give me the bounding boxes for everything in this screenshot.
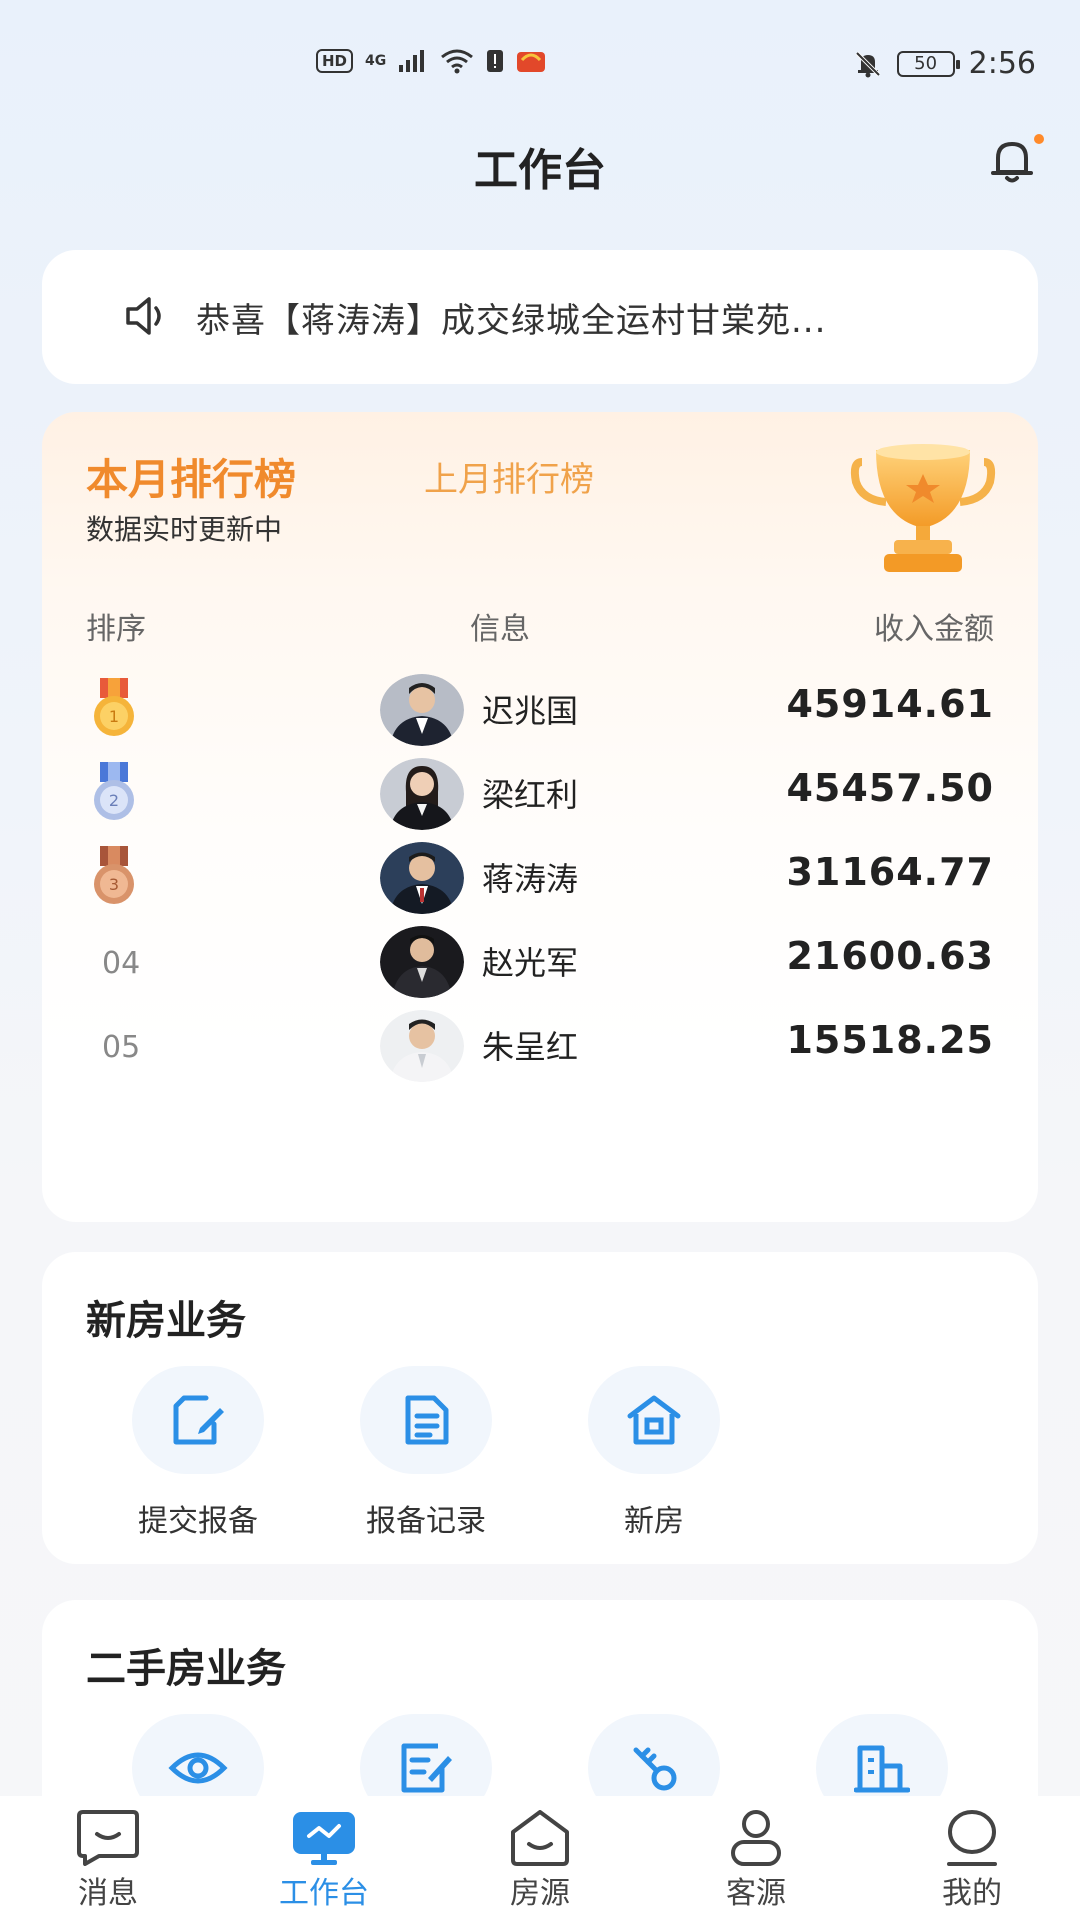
- gold-medal-icon: 1: [94, 678, 134, 736]
- report-records-label: 报备记录: [366, 1504, 486, 1539]
- new-house-business-card: 新房业务 提交报备 报备记录 新房: [42, 1252, 1038, 1564]
- report-records-button[interactable]: 报备记录: [336, 1366, 516, 1540]
- income-amount: 45457.50: [786, 766, 994, 810]
- agent-name: 蒋涛涛: [482, 860, 579, 898]
- signal-icon: [399, 50, 425, 72]
- rank-number: 04: [102, 946, 141, 981]
- tab-mine[interactable]: 我的: [864, 1796, 1080, 1920]
- income-amount: 31164.77: [786, 850, 994, 894]
- avatar: [380, 926, 464, 998]
- trophy-icon: [850, 444, 996, 572]
- ranking-card: 本月排行榜 上月排行榜 数据实时更新中 排序 信息 收入金额 1 迟兆国 459…: [42, 412, 1038, 1222]
- page-title: 工作台: [474, 145, 606, 196]
- status-right: 50 2:56: [853, 46, 1036, 81]
- alert-icon: [487, 50, 504, 72]
- agent-name: 朱呈红: [482, 1028, 579, 1066]
- tab-house-source-label: 房源: [510, 1876, 570, 1911]
- report-records-icon-bg: [360, 1366, 492, 1474]
- profile-icon: [947, 1810, 997, 1866]
- status-icons: HD 4G: [316, 48, 546, 74]
- edit-box-icon: [173, 1395, 224, 1445]
- mute-bell-icon: [855, 51, 881, 77]
- hd-icon: HD: [316, 49, 354, 73]
- new-house-icon-bg: [588, 1366, 720, 1474]
- rank-number: 05: [102, 1030, 141, 1065]
- tab-messages[interactable]: 消息: [0, 1796, 216, 1920]
- message-icon: [77, 1810, 139, 1866]
- agent-name: 赵光军: [482, 944, 579, 982]
- eye-icon: [168, 1752, 228, 1784]
- notification-dot: [1034, 134, 1044, 144]
- tab-house-source[interactable]: 房源: [432, 1796, 648, 1920]
- tab-messages-label: 消息: [78, 1876, 138, 1911]
- silver-medal-icon: 2: [94, 762, 134, 820]
- avatar: [380, 842, 464, 914]
- tab-last-month-ranking[interactable]: 上月排行榜: [424, 452, 594, 501]
- status-bar: HD 4G 50 2:56: [0, 0, 1080, 130]
- bronze-medal-icon: 3: [94, 846, 134, 904]
- avatar: [380, 674, 464, 746]
- avatar: [380, 1010, 464, 1082]
- rank-2-digit: 2: [109, 791, 119, 810]
- announcement-text: 恭喜【蒋涛涛】成交绿城全运村甘棠苑...: [196, 300, 827, 341]
- ranking-row[interactable]: 05 朱呈红 15518.25: [42, 996, 1038, 1096]
- submit-report-label: 提交报备: [138, 1504, 258, 1539]
- submit-report-icon-bg: [132, 1366, 264, 1474]
- wifi-icon: [441, 49, 474, 74]
- clock: 2:56: [968, 46, 1036, 81]
- agent-name: 梁红利: [482, 776, 579, 814]
- rank-3-digit: 3: [109, 875, 119, 894]
- app-notification-icon: [517, 52, 546, 72]
- income-amount: 15518.25: [786, 1018, 994, 1062]
- column-header-info: 信息: [470, 612, 530, 647]
- tab-mine-label: 我的: [942, 1876, 1002, 1911]
- edit-list-icon: [401, 1743, 452, 1793]
- new-house-label: 新房: [624, 1504, 684, 1539]
- house-icon: [627, 1395, 681, 1445]
- new-house-button[interactable]: 新房: [564, 1366, 744, 1540]
- house-source-icon: [511, 1810, 569, 1866]
- column-header-amount: 收入金额: [874, 612, 994, 647]
- income-amount: 45914.61: [786, 682, 994, 726]
- ranking-subtitle: 数据实时更新中: [86, 513, 283, 546]
- rank-1-digit: 1: [109, 707, 119, 726]
- tab-customer-source-label: 客源: [726, 1876, 786, 1911]
- bell-icon[interactable]: [984, 132, 1040, 188]
- tab-this-month-ranking[interactable]: 本月排行榜: [86, 446, 296, 507]
- workbench-icon: [293, 1812, 355, 1865]
- announcement-banner[interactable]: 恭喜【蒋涛涛】成交绿城全运村甘棠苑...: [42, 250, 1038, 384]
- agent-name: 迟兆国: [482, 692, 579, 730]
- second-hand-business-title: 二手房业务: [86, 1646, 286, 1692]
- document-icon: [405, 1395, 449, 1445]
- bottom-tab-bar: 消息 工作台 房源 客源 我的: [0, 1796, 1080, 1920]
- building-icon: [854, 1745, 910, 1793]
- key-icon: [633, 1747, 677, 1791]
- customer-icon: [731, 1810, 781, 1866]
- battery-indicator: 50: [896, 50, 960, 77]
- new-house-business-title: 新房业务: [86, 1298, 246, 1344]
- tab-customer-source[interactable]: 客源: [648, 1796, 864, 1920]
- tab-workbench[interactable]: 工作台: [216, 1796, 432, 1920]
- avatar: [380, 758, 464, 830]
- income-amount: 21600.63: [786, 934, 994, 978]
- tab-workbench-label: 工作台: [279, 1876, 369, 1911]
- column-header-rank: 排序: [86, 612, 146, 647]
- signal-label: 4G: [365, 53, 387, 69]
- speaker-icon: [126, 297, 161, 335]
- submit-report-button[interactable]: 提交报备: [108, 1366, 288, 1540]
